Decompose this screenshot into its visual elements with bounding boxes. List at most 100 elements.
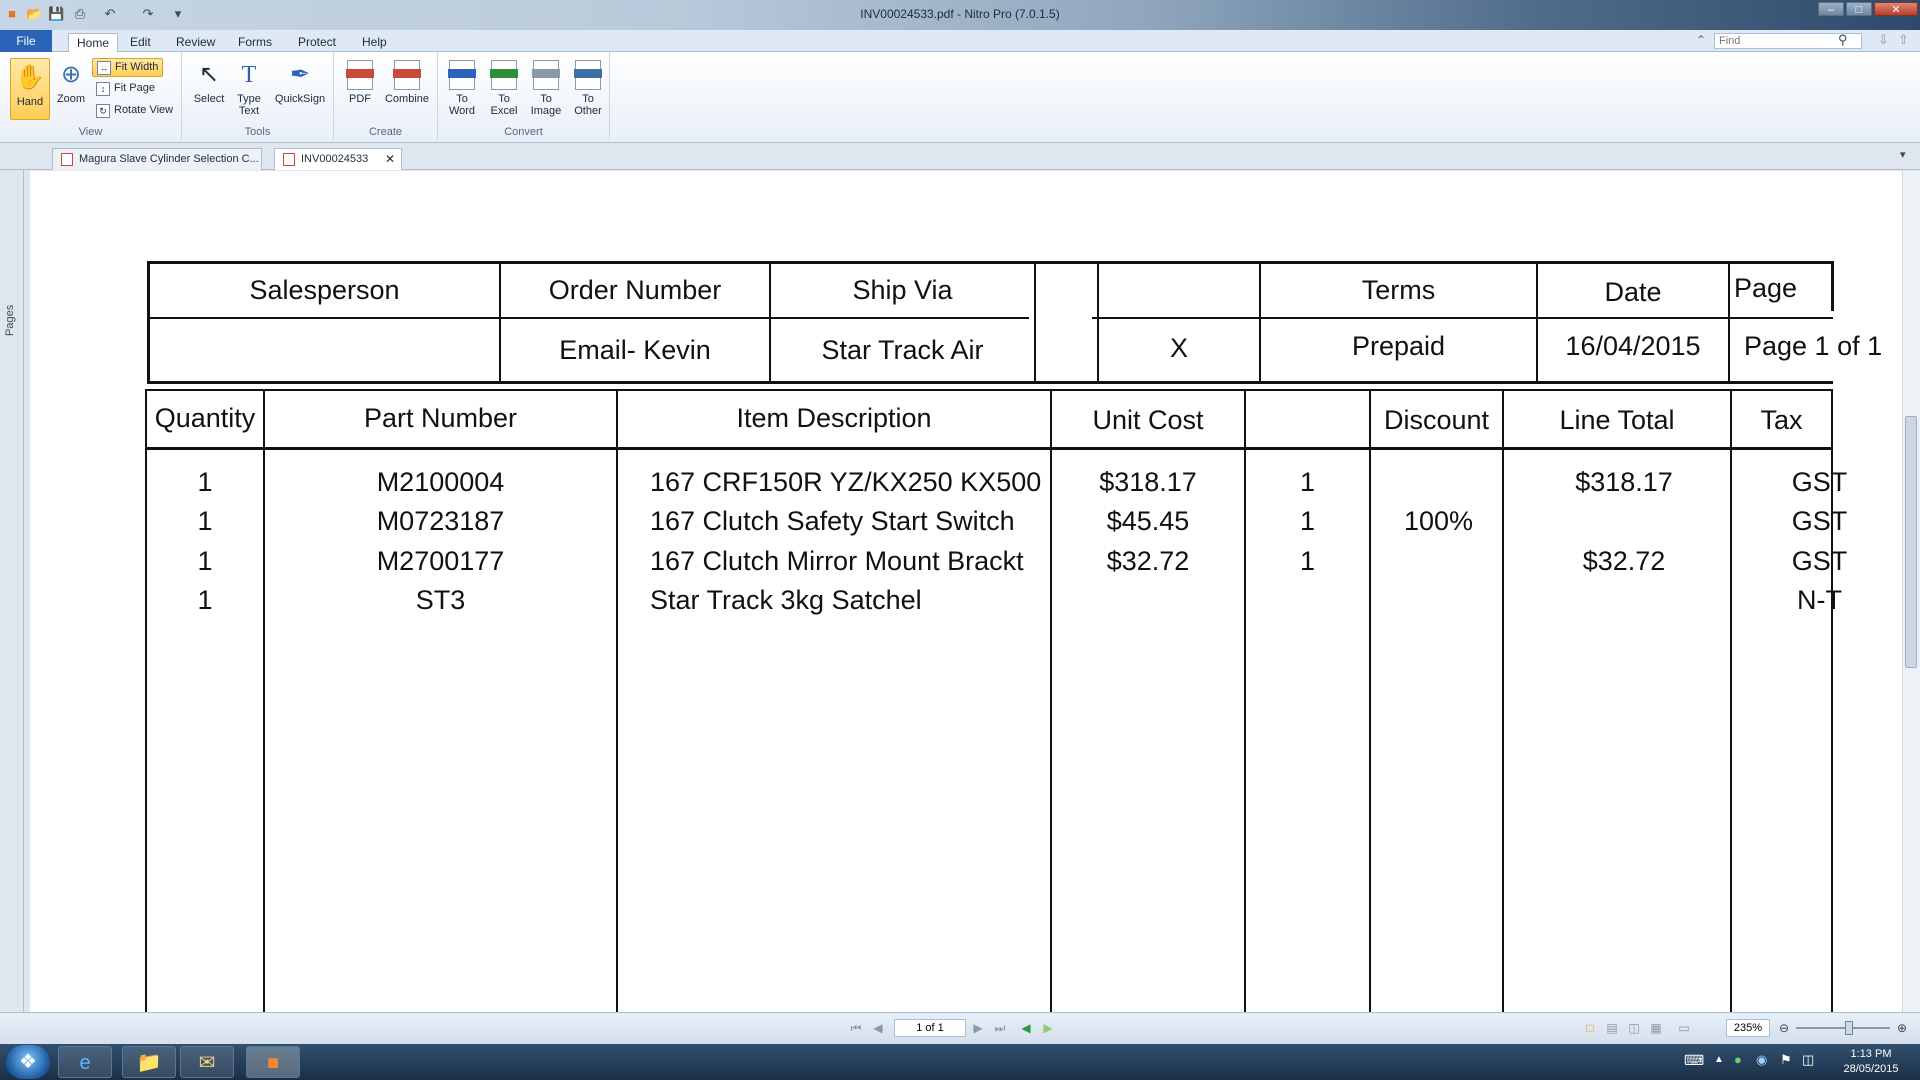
file-explorer-icon[interactable]: 📁 <box>122 1046 176 1078</box>
word-icon <box>448 60 476 90</box>
quantity-cell: 1 <box>197 546 213 576</box>
outlook-icon[interactable]: ✉ <box>180 1046 234 1078</box>
tax-column-header: Tax <box>1760 405 1803 435</box>
rule <box>147 381 1833 384</box>
tab-home[interactable]: Home <box>68 33 119 52</box>
zoom-level-field[interactable]: 235% <box>1726 1019 1770 1037</box>
search-icon[interactable]: ⚲ <box>1838 32 1848 48</box>
other-format-icon <box>574 60 602 90</box>
page-number-field[interactable]: 1 of 1 <box>894 1019 966 1037</box>
tax-cell: GST <box>1791 546 1848 576</box>
zoom-out-icon[interactable]: ⊖ <box>1776 1020 1792 1036</box>
to-word-button[interactable]: To Word <box>442 60 482 117</box>
line-total-column-header: Line Total <box>1559 405 1675 435</box>
combine-button[interactable]: Combine <box>382 60 432 105</box>
last-page-icon[interactable]: ⏭ <box>992 1020 1008 1036</box>
file-menu[interactable]: File <box>0 30 52 52</box>
order-number-value: Email- Kevin <box>559 335 711 365</box>
maximize-button[interactable]: □ <box>1846 2 1872 16</box>
pages-panel-tab[interactable]: Pages <box>4 305 16 336</box>
tab-edit[interactable]: Edit <box>122 33 159 52</box>
document-tab[interactable]: Magura Slave Cylinder Selection C... <box>52 148 262 170</box>
zoom-button[interactable]: ⊕ Zoom <box>54 60 88 105</box>
scrollbar-thumb[interactable] <box>1905 416 1917 668</box>
select-button[interactable]: ↖ Select <box>190 60 228 105</box>
tab-list-icon[interactable]: ▾ <box>1900 148 1906 161</box>
count-cell: 1 <box>1299 546 1316 576</box>
presentation-view-icon[interactable]: ▭ <box>1676 1020 1692 1036</box>
document-tab-active[interactable]: INV00024533 ✕ <box>274 148 402 170</box>
fit-view-icon[interactable]: ▦ <box>1648 1020 1664 1036</box>
action-center-icon[interactable]: ⚑ <box>1780 1052 1792 1068</box>
description-cell: 167 CRF150R YZ/KX250 KX500 <box>650 467 1042 497</box>
hand-button[interactable]: ✋ Hand <box>10 58 50 120</box>
network-icon[interactable]: ◫ <box>1802 1052 1814 1068</box>
unit-cost-cell: $32.72 <box>1106 546 1190 576</box>
keyboard-icon[interactable]: ⌨ <box>1684 1052 1704 1069</box>
internet-explorer-icon[interactable]: e <box>58 1046 112 1078</box>
terms-header: Terms <box>1361 275 1436 305</box>
back-view-icon[interactable]: ◀ <box>1018 1020 1034 1036</box>
start-button-icon[interactable]: ❖ <box>6 1045 50 1079</box>
fit-page-button[interactable]: ↕ Fit Page <box>92 80 159 99</box>
continuous-view-icon[interactable]: ▤ <box>1604 1020 1620 1036</box>
rule <box>145 447 1833 450</box>
pdf-file-icon <box>283 153 295 166</box>
single-page-view-icon[interactable]: □ <box>1582 1020 1598 1036</box>
clock-time: 1:13 PM <box>1850 1048 1892 1060</box>
page-header: Page <box>1734 273 1798 303</box>
tab-forms[interactable]: Forms <box>230 33 280 52</box>
pdf-button[interactable]: PDF <box>342 60 378 105</box>
line-total-cell: $318.17 <box>1575 467 1673 497</box>
close-button[interactable]: ✕ <box>1874 2 1918 16</box>
find-next-icon[interactable]: ⇩ <box>1878 32 1889 48</box>
nitro-pro-taskbar-icon[interactable]: ■ <box>246 1046 300 1078</box>
type-text-icon: T <box>241 62 257 88</box>
fit-width-button[interactable]: ↔ Fit Width <box>92 58 164 77</box>
tab-protect[interactable]: Protect <box>290 33 344 52</box>
facing-view-icon[interactable]: ◫ <box>1626 1020 1642 1036</box>
first-page-icon[interactable]: ⏮ <box>848 1020 864 1036</box>
type-text-button[interactable]: T Type Text <box>232 60 266 117</box>
description-cell: 167 Clutch Safety Start Switch <box>650 506 1015 536</box>
zoom-icon: ⊕ <box>60 61 82 88</box>
quantity-cell: 1 <box>197 585 213 615</box>
tab-review[interactable]: Review <box>168 33 223 52</box>
rule <box>1831 261 1834 311</box>
previous-page-icon[interactable]: ◀ <box>870 1020 886 1036</box>
discount-cell: 100% <box>1403 506 1474 536</box>
taskbar-clock[interactable]: 1:13 PM 28/05/2015 <box>1824 1047 1918 1077</box>
zoom-slider[interactable] <box>1796 1027 1890 1029</box>
tray-app-icon[interactable]: ◉ <box>1756 1052 1767 1068</box>
salesperson-header: Salesperson <box>249 275 400 305</box>
date-value: 16/04/2015 <box>1565 331 1701 361</box>
ship-via-header: Ship Via <box>852 275 953 305</box>
tab-help[interactable]: Help <box>354 33 395 52</box>
rotate-view-button[interactable]: ↻ Rotate View <box>92 102 177 121</box>
to-image-button[interactable]: To Image <box>526 60 566 117</box>
to-other-button[interactable]: To Other <box>568 60 608 117</box>
zoom-slider-thumb[interactable] <box>1845 1021 1853 1035</box>
tax-cell: GST <box>1791 506 1848 536</box>
quantity-cell: 1 <box>197 506 213 536</box>
to-excel-button[interactable]: To Excel <box>484 60 524 117</box>
next-page-icon[interactable]: ▶ <box>970 1020 986 1036</box>
tray-app-icon[interactable]: ● <box>1734 1052 1742 1067</box>
view-group: ✋ Hand ⊕ Zoom ↔ Fit Width ↕ Fit Page ↻ R… <box>0 52 182 140</box>
unit-cost-column-header: Unit Cost <box>1092 405 1204 435</box>
zoom-in-icon[interactable]: ⊕ <box>1894 1020 1910 1036</box>
close-tab-icon[interactable]: ✕ <box>385 149 395 169</box>
minimize-button[interactable]: – <box>1818 2 1844 16</box>
forward-view-icon[interactable]: ▶ <box>1040 1020 1056 1036</box>
clock-date: 28/05/2015 <box>1843 1063 1899 1075</box>
collapse-ribbon-icon[interactable]: ⌃ <box>1696 33 1706 47</box>
quicksign-button[interactable]: ✒ QuickSign <box>270 60 330 105</box>
show-hidden-icons-icon[interactable]: ▲ <box>1714 1054 1724 1065</box>
find-previous-icon[interactable]: ⇧ <box>1898 32 1909 48</box>
excel-icon <box>490 60 518 90</box>
rule <box>1092 317 1833 319</box>
tax-cell: GST <box>1791 467 1848 497</box>
document-page[interactable]: Salesperson Order Number Ship Via Terms … <box>30 171 1902 1012</box>
tools-group: ↖ Select T Type Text ✒ QuickSign Tools <box>182 52 334 140</box>
item-description-column-header: Item Description <box>736 403 932 433</box>
